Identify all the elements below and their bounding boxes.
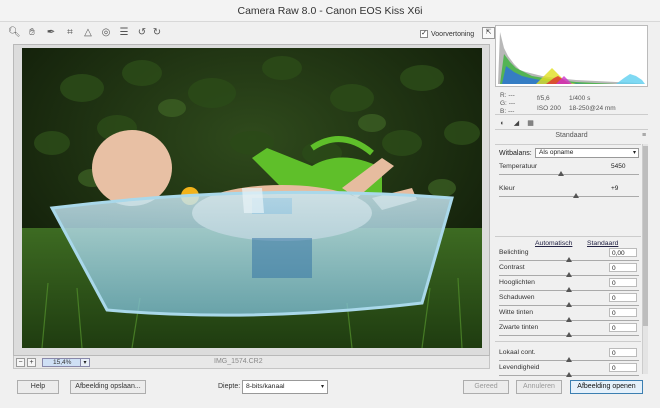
save-image-button[interactable]: Afbeelding opslaan... — [70, 380, 146, 394]
spot-removal-icon[interactable]: ◎ — [100, 27, 112, 39]
rotate-left-icon[interactable]: ↺ — [136, 27, 148, 39]
panel-tabs: ◐ ◢ ▦ — [495, 118, 648, 130]
slider-value-field[interactable]: 0 — [609, 263, 637, 272]
slider-track[interactable] — [499, 174, 639, 175]
white-balance-label: Witbalans: — [499, 150, 532, 157]
image-info: R: --- G: --- B: --- f/5,6 ISO 200 1/400… — [495, 91, 648, 115]
g-label: G: — [500, 100, 507, 107]
cancel-button[interactable]: Annuleren — [516, 380, 562, 394]
histogram-graph — [498, 32, 645, 84]
chevron-down-icon: ▾ — [632, 150, 636, 156]
slider-thumb[interactable] — [566, 357, 572, 362]
crop-icon[interactable]: ⌗ — [64, 27, 76, 39]
aperture-value: f/5,6 — [537, 95, 550, 102]
slider-value-field[interactable]: 0 — [609, 278, 637, 287]
slider-value-field[interactable]: 0 — [609, 293, 637, 302]
slider-row: Levendigheid 0 — [499, 363, 639, 380]
slider-thumb[interactable] — [566, 372, 572, 377]
slider-label: Temperatuur — [499, 163, 538, 170]
slider-thumb[interactable] — [566, 287, 572, 292]
hand-icon[interactable]: ✋︎ — [26, 27, 38, 39]
slider-value-field[interactable]: 0 — [609, 363, 637, 372]
section-title: Standaard — [555, 132, 588, 139]
auto-link[interactable]: Automatisch — [535, 240, 572, 247]
panel-menu-icon[interactable]: ≡ — [642, 132, 646, 139]
slider-thumb[interactable] — [557, 171, 564, 176]
iso-value: ISO 200 — [537, 105, 561, 112]
slider-value-field[interactable]: +9 — [609, 184, 637, 193]
slider-row: Zwarte tinten 0 — [499, 323, 639, 340]
slider-label: Belichting — [499, 249, 529, 256]
b-value: --- — [507, 108, 515, 115]
slider-value-field[interactable]: 0 — [609, 323, 637, 332]
list-icon[interactable]: ☰ — [118, 27, 130, 39]
slider-label: Kleur — [499, 185, 515, 192]
r-label: R: — [500, 92, 507, 99]
depth-value: 8-bits/kanaal — [246, 383, 285, 390]
help-button[interactable]: Help — [17, 380, 59, 394]
panel-scrollbar[interactable] — [642, 144, 648, 374]
slider-label: Zwarte tinten — [499, 324, 539, 331]
preview-label: Voorvertoning — [431, 30, 475, 38]
white-balance-value: Als opname — [539, 149, 574, 156]
zoom-out-button[interactable]: − — [16, 358, 25, 367]
tab-tone-curve-icon[interactable]: ◢ — [512, 119, 521, 128]
r-value: --- — [508, 92, 515, 99]
slider-label: Levendigheid — [499, 364, 540, 371]
open-image-button[interactable]: Afbeelding openen — [570, 380, 643, 394]
slider-thumb[interactable] — [566, 257, 572, 262]
histogram — [495, 25, 648, 87]
image-preview-area — [13, 44, 490, 356]
slider-label: Schaduwen — [499, 294, 535, 301]
depth-select[interactable]: 8-bits/kanaal ▾ — [242, 380, 328, 394]
chevron-down-icon: ▾ — [320, 384, 324, 390]
divider — [495, 236, 641, 237]
g-value: --- — [508, 100, 516, 107]
straighten-icon[interactable]: △ — [82, 27, 94, 39]
preview-checkbox[interactable]: ✓ — [420, 30, 428, 38]
basic-controls: Witbalans: Als opname ▾ Temperatuur 5450 K… — [495, 144, 641, 377]
slider-track[interactable] — [499, 196, 639, 197]
b-label: B: — [500, 108, 507, 115]
slider-label: Witte tinten — [499, 309, 533, 316]
adjustment-panel: R: --- G: --- B: --- f/5,6 ISO 200 1/400… — [492, 24, 654, 377]
done-button[interactable]: Gereed — [463, 380, 509, 394]
zoom-in-button[interactable]: + — [27, 358, 36, 367]
depth-label: Diepte: — [218, 383, 241, 390]
slider-label: Lokaal cont. — [499, 349, 536, 356]
slider-value-field[interactable]: 0 — [609, 308, 637, 317]
slider-thumb[interactable] — [566, 332, 572, 337]
divider — [495, 341, 641, 342]
slider-thumb[interactable] — [566, 317, 572, 322]
slider-thumb[interactable] — [566, 302, 572, 307]
zoom-icon[interactable]: 🔍︎ — [8, 27, 21, 39]
slider-value-field[interactable]: 5450 — [609, 162, 637, 171]
filename-label: IMG_1574.CR2 — [214, 358, 263, 365]
default-link[interactable]: Standaard — [587, 240, 618, 247]
preview-toggle[interactable]: ✓ Voorvertoning — [420, 29, 474, 39]
slider-row: Temperatuur 5450 — [499, 163, 639, 179]
photo-baby-in-tub — [22, 48, 482, 348]
zoom-statusbar: − + 15,4% ▾ IMG_1574.CR2 — [13, 356, 490, 369]
slider-value-field[interactable]: 0 — [609, 348, 637, 357]
slider-label: Hooglichten — [499, 279, 535, 286]
scrollbar-thumb[interactable] — [643, 146, 648, 326]
shutter-value: 1/400 s — [569, 95, 591, 102]
slider-thumb[interactable] — [566, 272, 572, 277]
slider-label: Contrast — [499, 264, 525, 271]
rotate-right-icon[interactable]: ↻ — [151, 27, 163, 39]
slider-thumb[interactable] — [573, 193, 579, 198]
tab-basic-icon[interactable]: ◐ — [498, 119, 507, 128]
lens-value: 18-250@24 mm — [569, 105, 616, 112]
slider-row: Kleur +9 — [499, 185, 639, 201]
window-title: Camera Raw 8.0 - Canon EOS Kiss X6i — [0, 0, 660, 22]
white-balance-icon[interactable]: ✒︎ — [45, 27, 57, 39]
slider-value-field[interactable]: 0,00 — [609, 248, 637, 257]
white-balance-select[interactable]: Als opname ▾ — [535, 148, 639, 158]
chevron-down-icon[interactable]: ▾ — [80, 358, 90, 367]
toolbar: 🔍︎ ✋︎ ✒︎ ⌗ △ ◎ ☰ ↺ ↻ ✓ Voorvertoning ⇱ — [8, 24, 495, 44]
tab-detail-icon[interactable]: ▦ — [526, 119, 535, 128]
photo-preview[interactable] — [22, 48, 482, 348]
